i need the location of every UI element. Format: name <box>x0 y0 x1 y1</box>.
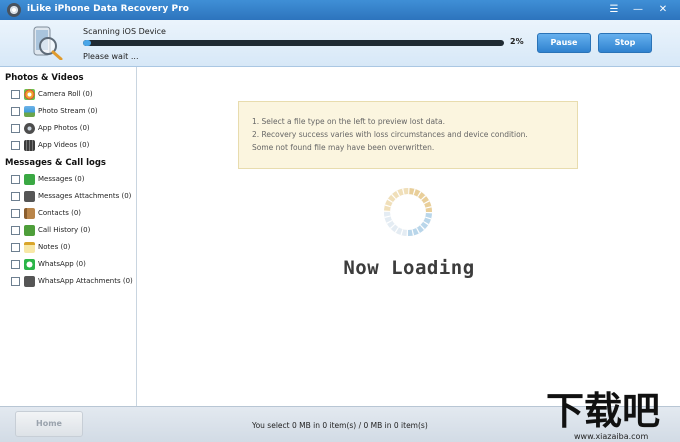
sidebar-item-whatsapp[interactable]: WhatsApp (0) <box>11 259 135 271</box>
checkbox[interactable] <box>11 260 20 269</box>
scan-toolbar: Scanning iOS Device 2% Please wait ... P… <box>0 20 680 67</box>
scan-progress-fill <box>83 40 92 46</box>
checkbox[interactable] <box>11 175 20 184</box>
minimize-button[interactable]: — <box>630 2 646 17</box>
scan-progress-percent: 2% <box>510 37 524 46</box>
call-history-icon <box>24 225 35 236</box>
close-button[interactable]: ✕ <box>655 2 671 17</box>
watermark-logo-text: 下载吧 <box>546 389 660 433</box>
sidebar-item-messages[interactable]: Messages (0) <box>11 174 135 186</box>
app-logo-icon <box>7 3 21 17</box>
sidebar-item-camera-roll[interactable]: Camera Roll (0) <box>11 89 135 101</box>
window-title: iLike iPhone Data Recovery Pro <box>27 4 190 14</box>
menu-icon[interactable]: ☰ <box>606 2 622 17</box>
whatsapp-attachment-icon <box>24 276 35 287</box>
app-videos-icon <box>24 140 35 151</box>
sidebar-item-label: Call History (0) <box>38 226 91 234</box>
checkbox[interactable] <box>11 124 20 133</box>
scan-title: Scanning iOS Device <box>83 27 166 36</box>
device-scan-icon <box>33 26 63 60</box>
camera-roll-icon <box>24 89 35 100</box>
sidebar-item-label: App Photos (0) <box>38 124 90 132</box>
notes-icon <box>24 242 35 253</box>
checkbox[interactable] <box>11 192 20 201</box>
checkbox[interactable] <box>11 141 20 150</box>
info-line: 1. Select a file type on the left to pre… <box>252 117 445 126</box>
preview-area: 1. Select a file type on the left to pre… <box>138 67 680 406</box>
sidebar-item-label: App Videos (0) <box>38 141 90 149</box>
sidebar-item-messages-attachments[interactable]: Messages Attachments (0) <box>11 191 135 203</box>
sidebar-item-label: Camera Roll (0) <box>38 90 93 98</box>
scan-status: Please wait ... <box>83 52 139 61</box>
sidebar-item-app-videos[interactable]: App Videos (0) <box>11 140 135 152</box>
pause-button[interactable]: Pause <box>537 33 591 53</box>
loading-text: Now Loading <box>343 257 475 279</box>
site-watermark: 下载吧 www.xiazaiba.com <box>546 389 660 441</box>
sidebar-item-label: Photo Stream (0) <box>38 107 98 115</box>
sidebar-item-photo-stream[interactable]: Photo Stream (0) <box>11 106 135 118</box>
checkbox[interactable] <box>11 243 20 252</box>
loading-spinner-icon <box>384 188 432 236</box>
checkbox[interactable] <box>11 209 20 218</box>
whatsapp-icon <box>24 259 35 270</box>
info-line: Some not found file may have been overwr… <box>252 143 435 152</box>
sidebar-item-whatsapp-attachments[interactable]: WhatsApp Attachments (0) <box>11 276 135 288</box>
messages-icon <box>24 174 35 185</box>
sidebar-item-contacts[interactable]: Contacts (0) <box>11 208 135 220</box>
title-bar: iLike iPhone Data Recovery Pro ☰ — ✕ <box>0 0 680 20</box>
sidebar-item-notes[interactable]: Notes (0) <box>11 242 135 254</box>
category-photos-videos: Photos & Videos <box>5 73 84 83</box>
scan-progress-bar <box>83 40 504 46</box>
info-line: 2. Recovery success varies with loss cir… <box>252 130 528 139</box>
attachment-icon <box>24 191 35 202</box>
checkbox[interactable] <box>11 107 20 116</box>
sidebar-item-label: Messages (0) <box>38 175 85 183</box>
sidebar-item-app-photos[interactable]: App Photos (0) <box>11 123 135 135</box>
home-button[interactable]: Home <box>15 411 83 437</box>
checkbox[interactable] <box>11 277 20 286</box>
app-photos-icon <box>24 123 35 134</box>
sidebar-item-label: Messages Attachments (0) <box>38 192 132 200</box>
checkbox[interactable] <box>11 90 20 99</box>
category-messages-call-logs: Messages & Call logs <box>5 158 106 168</box>
sidebar-item-call-history[interactable]: Call History (0) <box>11 225 135 237</box>
sidebar-item-label: WhatsApp (0) <box>38 260 86 268</box>
info-notice: 1. Select a file type on the left to pre… <box>238 101 578 169</box>
contacts-icon <box>24 208 35 219</box>
checkbox[interactable] <box>11 226 20 235</box>
selection-status: You select 0 MB in 0 item(s) / 0 MB in 0… <box>252 421 428 430</box>
sidebar-item-label: Contacts (0) <box>38 209 82 217</box>
sidebar-item-label: WhatsApp Attachments (0) <box>38 277 133 285</box>
file-type-sidebar: Photos & Videos Camera Roll (0) Photo St… <box>0 67 137 406</box>
watermark-url: www.xiazaiba.com <box>574 432 648 441</box>
sidebar-item-label: Notes (0) <box>38 243 71 251</box>
photo-stream-icon <box>24 106 35 117</box>
stop-button[interactable]: Stop <box>598 33 652 53</box>
